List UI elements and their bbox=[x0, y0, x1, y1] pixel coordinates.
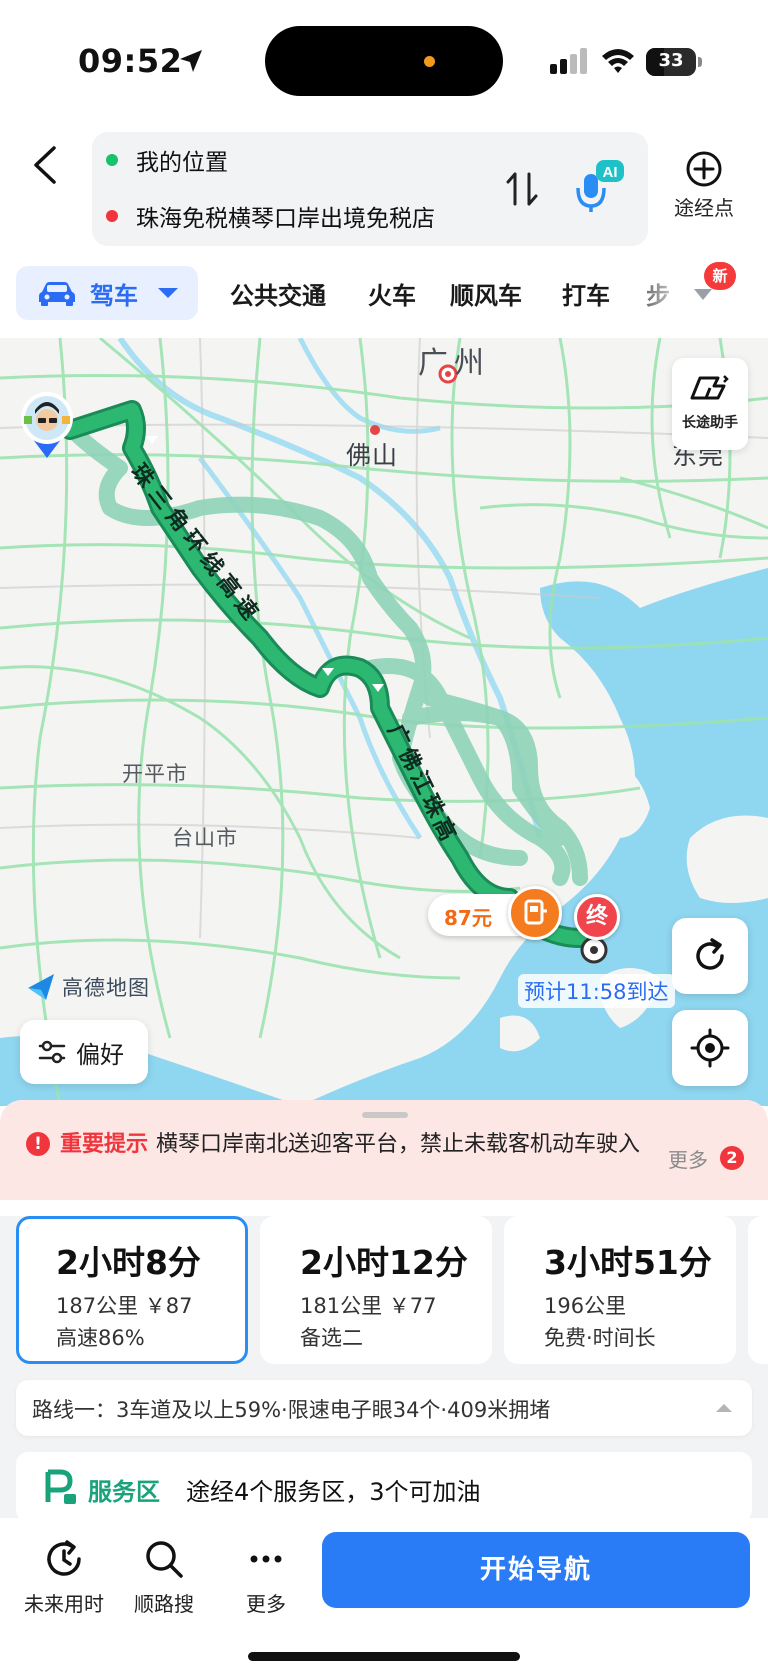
preference-label: 偏好 bbox=[76, 1040, 124, 1069]
locate-me-button[interactable] bbox=[672, 1010, 748, 1086]
toll-cost: 87元 bbox=[444, 906, 492, 930]
route-distance-cost: 187公里 ￥87 bbox=[56, 1294, 193, 1318]
chevron-down-icon bbox=[158, 288, 178, 298]
destination-field[interactable]: 珠海免税横琴口岸出境免税店 bbox=[106, 194, 435, 238]
amap-logo-icon bbox=[28, 974, 54, 1000]
refresh-route-button[interactable] bbox=[672, 918, 748, 994]
route-distance-cost: 196公里 bbox=[544, 1294, 627, 1318]
future-time-label: 未来用时 bbox=[24, 1592, 104, 1616]
chevron-up-icon bbox=[716, 1404, 732, 1412]
destination-marker[interactable]: 终 bbox=[574, 894, 620, 940]
tab-drive[interactable]: 驾车 bbox=[16, 266, 198, 320]
origin-label: 我的位置 bbox=[136, 150, 228, 176]
add-waypoint-button[interactable]: 途经点 bbox=[664, 150, 744, 230]
search-along-route-label: 顺路搜 bbox=[134, 1592, 194, 1616]
route-sheet: ! 重要提示 横琴口岸南北送迎客平台，禁止未载客机动车驶入 更多 2 2小时8分 … bbox=[0, 1100, 768, 1520]
city-label: 台山市 bbox=[172, 826, 238, 850]
toll-station-icon bbox=[508, 886, 562, 940]
service-area-icon bbox=[45, 1469, 76, 1504]
sheet-handle[interactable] bbox=[362, 1112, 408, 1118]
wifi-icon bbox=[602, 49, 634, 73]
route-map[interactable]: 广州 佛山 东莞 开平市 台山市 珠三角环线高速 广佛江珠高 长途助手 高德地图… bbox=[0, 338, 768, 1106]
battery-icon: 33 bbox=[646, 48, 702, 76]
route-input-panel: 我的位置 珠海免税横琴口岸出境免税店 AI bbox=[92, 132, 648, 246]
location-arrow-icon bbox=[180, 50, 202, 72]
waypoint-label: 途经点 bbox=[674, 196, 734, 220]
tab-train[interactable]: 火车 bbox=[368, 276, 416, 311]
amap-logo-text: 高德地图 bbox=[62, 976, 150, 1000]
route-duration: 3小时51分 bbox=[544, 1243, 712, 1282]
eta-label: 预计11:58到达 bbox=[518, 974, 675, 1008]
tab-public-transit[interactable]: 公共交通 bbox=[230, 276, 326, 311]
long-trip-icon bbox=[690, 375, 729, 400]
future-time-button[interactable]: 未来用时 bbox=[14, 1538, 114, 1617]
route-tag: 备选二 bbox=[300, 1326, 363, 1350]
notice-more-button[interactable]: 更多 bbox=[668, 1144, 708, 1173]
route-card-2[interactable]: 2小时12分 181公里 ￥77 备选二 bbox=[260, 1216, 492, 1364]
long-trip-label: 长途助手 bbox=[682, 415, 738, 431]
long-trip-assistant-button[interactable]: 长途助手 bbox=[672, 358, 748, 450]
route-card-1[interactable]: 2小时8分 187公里 ￥87 高速86% bbox=[16, 1216, 248, 1364]
destination-dot-icon bbox=[106, 210, 118, 222]
car-icon bbox=[39, 282, 75, 306]
ai-voice-icon[interactable]: AI bbox=[574, 158, 626, 214]
notice-title: 重要提示 bbox=[60, 1132, 149, 1157]
status-bar: 09:52 33 bbox=[0, 0, 768, 120]
destination-label: 珠海免税横琴口岸出境免税店 bbox=[136, 206, 435, 232]
amap-logo: 高德地图 bbox=[26, 972, 150, 1002]
route-card-3[interactable]: 3小时51分 196公里 免费·时间长 bbox=[504, 1216, 736, 1364]
ai-badge: AI bbox=[603, 164, 618, 181]
route-summary-row[interactable]: 路线一：3车道及以上59%·限速电子眼34个·409米拥堵 bbox=[16, 1380, 752, 1436]
add-circle-icon bbox=[686, 151, 722, 187]
notice-count-badge: 2 bbox=[720, 1146, 744, 1170]
service-area-title: 服务区 bbox=[88, 1478, 160, 1506]
start-navigation-button[interactable]: 开始导航 bbox=[322, 1532, 750, 1608]
route-preference-button[interactable]: 偏好 bbox=[20, 1020, 148, 1084]
tab-taxi[interactable]: 打车 bbox=[562, 276, 610, 311]
tab-drive-label: 驾车 bbox=[90, 281, 138, 310]
notice-body: 重要提示 横琴口岸南北送迎客平台，禁止未载客机动车驶入 bbox=[24, 1128, 664, 1162]
battery-level: 33 bbox=[658, 50, 684, 71]
swap-icon[interactable] bbox=[504, 170, 540, 208]
route-tag: 高速86% bbox=[56, 1326, 145, 1350]
transport-tabs: 驾车 公共交通 火车 顺风车 打车 步 新 bbox=[0, 262, 768, 324]
new-badge: 新 bbox=[704, 262, 736, 290]
current-location-avatar-icon bbox=[21, 392, 73, 458]
refresh-icon bbox=[696, 938, 724, 970]
origin-dot-icon bbox=[106, 154, 118, 166]
cellular-signal-icon bbox=[550, 48, 587, 74]
status-time: 09:52 bbox=[78, 42, 183, 80]
route-duration: 2小时8分 bbox=[56, 1243, 201, 1282]
privacy-dot-icon bbox=[424, 56, 435, 67]
route-tag: 免费·时间长 bbox=[544, 1326, 656, 1350]
route-card-partial[interactable] bbox=[748, 1216, 768, 1364]
notice-text: 横琴口岸南北送迎客平台，禁止未载客机动车驶入 bbox=[156, 1132, 641, 1157]
search-icon bbox=[146, 1541, 183, 1578]
service-area-text: 途经4个服务区，3个可加油 bbox=[186, 1478, 481, 1506]
tab-carpool[interactable]: 顺风车 bbox=[450, 276, 522, 311]
route-options: 2小时8分 187公里 ￥87 高速86% 2小时12分 181公里 ￥77 备… bbox=[0, 1216, 768, 1366]
locate-icon bbox=[690, 1028, 730, 1068]
route-distance-cost: 181公里 ￥77 bbox=[300, 1294, 437, 1318]
city-label: 广州 bbox=[418, 346, 490, 381]
search-along-route-button[interactable]: 顺路搜 bbox=[114, 1538, 214, 1617]
route-summary: 路线一：3车道及以上59%·限速电子眼34个·409米拥堵 bbox=[32, 1398, 551, 1422]
back-button[interactable] bbox=[26, 142, 66, 188]
service-area-row[interactable]: 服务区 途经4个服务区，3个可加油 bbox=[16, 1452, 752, 1520]
bottom-toolbar: 未来用时 顺路搜 更多 开始导航 bbox=[0, 1518, 768, 1670]
more-dots-icon bbox=[250, 1555, 282, 1563]
home-indicator bbox=[248, 1652, 520, 1661]
dynamic-island bbox=[265, 26, 503, 96]
sliders-icon bbox=[38, 1040, 66, 1064]
origin-field[interactable]: 我的位置 bbox=[106, 138, 228, 182]
city-label: 开平市 bbox=[122, 762, 188, 786]
clock-icon bbox=[47, 1540, 81, 1576]
more-button[interactable]: 更多 bbox=[216, 1538, 316, 1617]
more-label: 更多 bbox=[246, 1592, 286, 1616]
city-label: 佛山 bbox=[346, 441, 399, 470]
toll-cost-bubble[interactable]: 87元 bbox=[428, 886, 562, 940]
route-duration: 2小时12分 bbox=[300, 1243, 468, 1282]
